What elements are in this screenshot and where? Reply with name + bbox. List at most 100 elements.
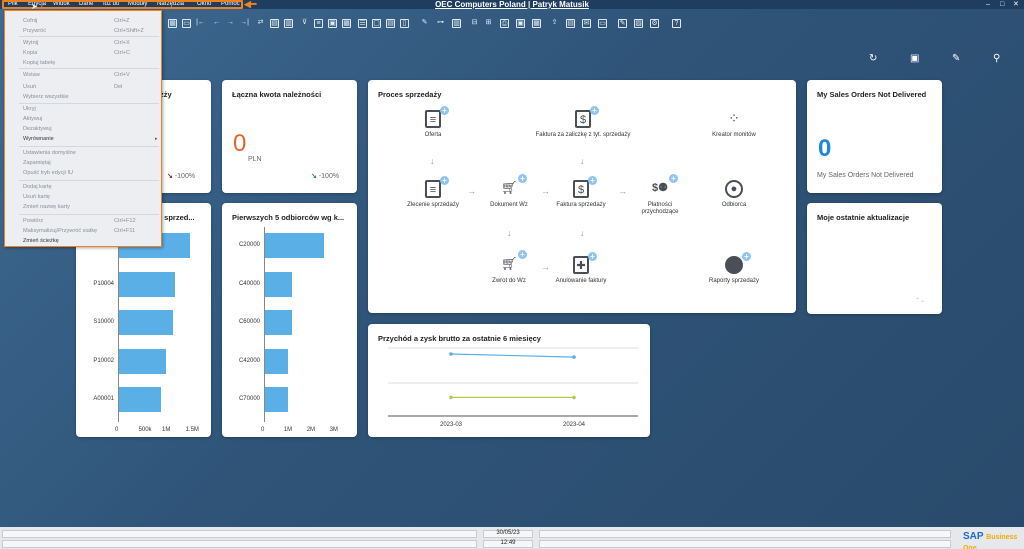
close-button[interactable]: ✕: [1013, 0, 1019, 9]
toolbar-report-icon[interactable]: ▥: [452, 19, 461, 28]
toolbar-print-icon[interactable]: ⎙: [500, 19, 509, 28]
customer-node[interactable]: ● Odbiorca: [703, 180, 765, 209]
edit-menu-item[interactable]: Maksymalizuj/Przywróć siatkę: [23, 227, 97, 235]
add-icon[interactable]: +: [588, 176, 597, 185]
toolbar-image-icon[interactable]: ▨: [634, 19, 643, 28]
revenue-card[interactable]: Przychód a zysk brutto za ostatnie 6 mie…: [368, 324, 650, 437]
return-node[interactable]: 🛒︎ + Zwrot do Wz: [478, 250, 540, 285]
toolbar-pin-icon[interactable]: ⊟: [470, 19, 479, 28]
add-icon[interactable]: +: [518, 174, 527, 183]
chart-bar[interactable]: [265, 348, 288, 374]
add-icon[interactable]: +: [518, 250, 527, 259]
toolbar-list-icon[interactable]: ☰: [358, 19, 367, 28]
edit-cockpit-icon[interactable]: ✎: [952, 53, 960, 64]
offer-node[interactable]: ≡ + Oferta: [398, 106, 468, 139]
toolbar-layout-icon[interactable]: ▣: [328, 19, 337, 28]
not-delivered-card[interactable]: My Sales Orders Not Delivered 0 My Sales…: [807, 80, 942, 193]
add-icon[interactable]: +: [590, 106, 599, 115]
sales-order-node[interactable]: ≡ + Zlecenie sprzedaży: [398, 176, 468, 209]
chart-bar[interactable]: [265, 233, 325, 258]
edit-menu-item[interactable]: Kopia: [23, 49, 37, 57]
next-record-icon[interactable]: →: [226, 19, 235, 28]
toolbar-sort-icon[interactable]: ≡: [314, 19, 323, 28]
series-point[interactable]: [572, 395, 576, 400]
add-icon[interactable]: +: [669, 174, 678, 183]
edit-menu-item[interactable]: Zmień ścieżkę: [23, 237, 59, 245]
refresh-icon[interactable]: ⇄: [256, 19, 265, 28]
toolbar-table-icon[interactable]: ▦: [342, 19, 351, 28]
series-point[interactable]: [449, 395, 453, 400]
maximize-button[interactable]: □: [1000, 0, 1004, 9]
minimize-button[interactable]: –: [986, 0, 990, 9]
toolbar-upload-icon[interactable]: ⇪: [550, 19, 559, 28]
toolbar-window-icon[interactable]: ▭: [182, 19, 191, 28]
toolbar-stack-icon[interactable]: ▭: [598, 19, 607, 28]
edit-menu-item[interactable]: Zmień nazwę karty: [23, 203, 70, 211]
edit-menu-item[interactable]: Ustawienia domyślne: [23, 149, 76, 157]
sales-reports-node[interactable]: + Raporty sprzedaży: [698, 252, 770, 285]
edit-menu-item[interactable]: Wstaw: [23, 71, 40, 79]
toolbar-tree-icon[interactable]: ⊶: [436, 19, 445, 28]
edit-menu-item[interactable]: Wyrównanie: [23, 135, 54, 143]
edit-menu-item[interactable]: Wytnij: [23, 39, 38, 47]
first-record-icon[interactable]: |←: [196, 19, 205, 28]
edit-menu-item[interactable]: Zapamiętaj: [23, 159, 51, 167]
chart-bar[interactable]: [119, 310, 174, 335]
chart-bar[interactable]: [119, 387, 162, 412]
edit-menu-item[interactable]: Dezaktywuj: [23, 125, 52, 133]
last-record-icon[interactable]: →|: [240, 19, 249, 28]
add-icon[interactable]: +: [440, 176, 449, 185]
edit-menu-item[interactable]: Przywróć: [23, 27, 46, 35]
chart-bar[interactable]: [119, 271, 176, 297]
toolbar-export-icon[interactable]: ▤: [566, 19, 575, 28]
advance-invoice-node[interactable]: $ + Faktura za zaliczkę z tyt. sprzedaży: [528, 106, 638, 139]
toolbar-preview-icon[interactable]: ▣: [516, 19, 525, 28]
delivery-node[interactable]: 🛒︎ + Dokument Wz: [478, 174, 540, 209]
edit-menu-item[interactable]: Opuść tryb edycji IU: [23, 169, 73, 177]
toolbar-box-icon[interactable]: ▢: [372, 19, 381, 28]
chart-bar[interactable]: [119, 348, 167, 374]
receivables-card[interactable]: Łączna kwota należności 0 PLN ↘ -100%: [222, 80, 357, 193]
edit-menu-item[interactable]: Kopiuj tabelę: [23, 59, 55, 67]
add-icon[interactable]: +: [588, 252, 597, 261]
series-point[interactable]: [449, 352, 453, 356]
widget-gallery-icon[interactable]: ▣: [910, 53, 919, 64]
previous-record-icon[interactable]: ←: [212, 19, 221, 28]
edit-menu-item[interactable]: Powtórz: [23, 217, 43, 225]
toolbar-pen-icon[interactable]: ✎: [420, 19, 429, 28]
toolbar-page-icon[interactable]: ▯: [400, 19, 409, 28]
edit-menu-item[interactable]: Cofnij: [23, 17, 37, 25]
latest-updates-card[interactable]: Moje ostatnie aktualizacje ⌃⌄: [807, 203, 942, 314]
edit-menu-item[interactable]: Ukryj: [23, 105, 36, 113]
edit-menu-item[interactable]: Aktywuj: [23, 115, 42, 123]
incoming-payments-node[interactable]: $⚉ + Płatności przychodzące: [630, 174, 690, 216]
edit-menu-item[interactable]: Usuń: [23, 83, 36, 91]
top-customers-card[interactable]: Pierwszych 5 odbiorców wg k... C20000 C40…: [222, 203, 357, 437]
toolbar-chart-icon[interactable]: ▥: [284, 19, 293, 28]
add-icon[interactable]: +: [440, 106, 449, 115]
toolbar-settings-icon[interactable]: ⚙: [650, 19, 659, 28]
invoice-node[interactable]: $ + Faktura sprzedaży: [550, 176, 612, 209]
cancel-invoice-node[interactable]: ✚ + Anulowanie faktury: [550, 252, 612, 285]
chart-bar[interactable]: [265, 310, 293, 335]
dunning-node[interactable]: ⁘ Kreator monitów: [703, 110, 765, 139]
refresh-cockpit-icon[interactable]: ↻: [869, 53, 877, 64]
add-icon[interactable]: +: [742, 252, 751, 261]
edit-menu-item[interactable]: Usuń kartę: [23, 193, 50, 201]
toolbar-doc-icon[interactable]: ▤: [270, 19, 279, 28]
edit-menu-item[interactable]: Dodaj kartę: [23, 183, 52, 191]
toolbar-filter-icon[interactable]: ⊽: [300, 19, 309, 28]
toolbar-form-icon[interactable]: ▤: [386, 19, 395, 28]
toolbar-grid-icon[interactable]: ▦: [168, 19, 177, 28]
scroll-arrows-icon[interactable]: ⌃⌄: [915, 297, 925, 304]
search-icon[interactable]: ⚲: [993, 53, 1000, 64]
help-icon[interactable]: ?: [672, 19, 681, 28]
toolbar-edit-icon[interactable]: ✎: [618, 19, 627, 28]
toolbar-calendar-icon[interactable]: ▦: [532, 19, 541, 28]
series-point[interactable]: [572, 355, 576, 359]
chart-bar[interactable]: [265, 387, 288, 412]
edit-menu-item[interactable]: Wybierz wszystkie: [23, 93, 69, 101]
chart-bar[interactable]: [265, 271, 293, 297]
toolbar-move-icon[interactable]: ⊞: [484, 19, 493, 28]
toolbar-msg-icon[interactable]: ✉: [582, 19, 591, 28]
